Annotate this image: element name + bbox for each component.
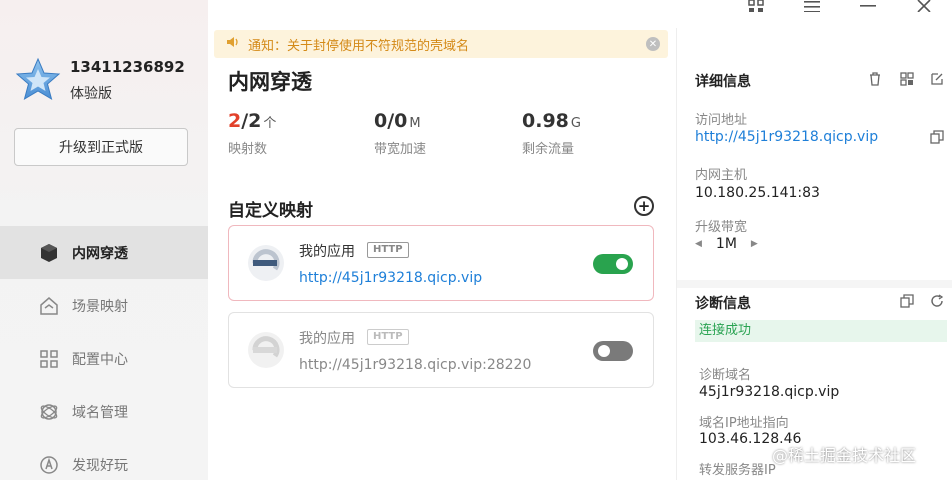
access-label: 访问地址 — [695, 113, 748, 128]
sidebar-item-label: 内网穿透 — [72, 245, 128, 262]
trash-icon[interactable] — [867, 71, 883, 87]
minimize-icon[interactable] — [840, 0, 896, 14]
qrcode-icon[interactable] — [899, 71, 915, 87]
bandwidth-upgrade-label: 升级带宽 — [695, 220, 748, 235]
mapping-url[interactable]: http://45j1r93218.qicp.vip:28220 — [299, 357, 531, 373]
mapping-card[interactable]: 我的应用 HTTP http://45j1r93218.qicp.vip — [228, 225, 654, 301]
compass-icon — [38, 454, 60, 476]
arrow-left-icon[interactable]: ◀ — [695, 239, 702, 249]
notice-text: 通知：关于封停使用不符规范的壳域名 — [248, 38, 470, 54]
protocol-badge: HTTP — [367, 242, 409, 258]
star-avatar-icon — [15, 57, 61, 101]
details-title: 详细信息 — [695, 74, 751, 90]
edit-icon[interactable] — [929, 71, 945, 87]
bandwidth-upgrade-value: 1M — [715, 236, 737, 252]
traffic-value: 0.98 — [522, 110, 569, 132]
main-panel: 通知：关于封停使用不符规范的壳域名 ✕ 内网穿透 2/2 个 映射数 0/0 M 带… — [208, 28, 674, 480]
access-url[interactable]: http://45j1r93218.qicp.vip — [695, 129, 878, 145]
page-title: 内网穿透 — [228, 70, 312, 94]
stat-bandwidth: 0/0 M 带宽加速 — [374, 110, 426, 157]
toggle-knob — [616, 258, 628, 270]
refresh-icon[interactable] — [929, 293, 945, 309]
sidebar: 13411236892 体验版 升级到正式版 内网穿透 场景映射 配置中心 域名… — [0, 0, 208, 480]
cube-icon — [38, 242, 60, 264]
upgrade-button[interactable]: 升级到正式版 — [14, 128, 188, 166]
mappings-unit: 个 — [263, 116, 277, 131]
globe-icon — [38, 401, 60, 423]
sidebar-item-label: 域名管理 — [72, 404, 128, 421]
mapping-url[interactable]: http://45j1r93218.qicp.vip — [299, 270, 482, 286]
copy-icon[interactable] — [899, 293, 915, 309]
window-controls — [728, 0, 952, 14]
user-plan: 体验版 — [70, 86, 112, 102]
app-e-icon — [247, 244, 285, 282]
qrcode-icon[interactable] — [728, 0, 784, 14]
diagnosis-title: 诊断信息 — [695, 296, 751, 312]
host-label: 内网主机 — [695, 168, 748, 183]
section-divider — [677, 280, 952, 288]
close-icon[interactable] — [896, 0, 952, 14]
traffic-label: 剩余流量 — [522, 142, 575, 157]
traffic-unit: G — [570, 116, 581, 131]
sidebar-item-intranet[interactable]: 内网穿透 — [0, 226, 208, 279]
plus-icon: + — [637, 196, 651, 215]
user-phone: 13411236892 — [70, 58, 185, 76]
mapping-name: 我的应用 — [299, 244, 355, 260]
status-badge: 连接成功 — [695, 320, 947, 342]
bandwidth-unit: M — [409, 116, 421, 131]
notice-close-icon[interactable]: ✕ — [646, 37, 660, 51]
ip-label: 域名IP地址指向 — [699, 416, 789, 431]
copy-icon[interactable] — [929, 129, 945, 145]
bandwidth-label: 带宽加速 — [374, 142, 427, 157]
stat-mappings: 2/2 个 映射数 — [228, 110, 276, 157]
home-icon — [38, 295, 60, 317]
speaker-icon — [226, 36, 240, 52]
bandwidth-value: 0/0 — [374, 110, 408, 132]
domain-label: 诊断域名 — [699, 368, 752, 383]
mappings-used: 2 — [228, 110, 242, 132]
notice-bar[interactable]: 通知：关于封停使用不符规范的壳域名 ✕ — [214, 30, 668, 58]
bandwidth-stepper[interactable]: ◀ 1M ▶ — [695, 236, 758, 252]
sidebar-item-label: 场景映射 — [72, 298, 128, 315]
protocol-badge: HTTP — [367, 329, 409, 345]
mapping-toggle[interactable] — [593, 254, 633, 274]
mappings-total: /2 — [241, 110, 262, 132]
section-title: 自定义映射 — [228, 201, 313, 221]
avatar[interactable] — [14, 56, 62, 104]
add-mapping-button[interactable]: + — [634, 196, 654, 216]
sidebar-item-scene[interactable]: 场景映射 — [0, 279, 208, 332]
sidebar-item-label: 配置中心 — [72, 351, 128, 368]
mapping-toggle[interactable] — [593, 341, 633, 361]
grid-icon — [38, 348, 60, 370]
mappings-label: 映射数 — [228, 142, 268, 157]
sidebar-nav: 内网穿透 场景映射 配置中心 域名管理 发现好玩 — [0, 226, 208, 480]
toggle-knob — [598, 345, 610, 357]
app-e-icon — [247, 331, 285, 369]
arrow-right-icon[interactable]: ▶ — [751, 239, 758, 249]
stat-traffic: 0.98 G 剩余流量 — [522, 110, 581, 157]
domain-value: 45j1r93218.qicp.vip — [699, 384, 840, 400]
sidebar-item-config[interactable]: 配置中心 — [0, 332, 208, 385]
mapping-card[interactable]: 我的应用 HTTP http://45j1r93218.qicp.vip:282… — [228, 312, 654, 388]
host-value: 10.180.25.141:83 — [695, 185, 820, 201]
mapping-name: 我的应用 — [299, 331, 355, 347]
watermark: @稀土掘金技术社区 — [772, 446, 917, 465]
sidebar-item-label: 发现好玩 — [72, 457, 128, 474]
server-label: 转发服务器IP — [699, 463, 776, 478]
menu-icon[interactable] — [784, 0, 840, 14]
sidebar-item-domain[interactable]: 域名管理 — [0, 385, 208, 438]
sidebar-item-discover[interactable]: 发现好玩 — [0, 438, 208, 480]
details-panel: 详细信息 访问地址 http://45j1r93218.qicp.vip 内网主… — [676, 28, 952, 480]
